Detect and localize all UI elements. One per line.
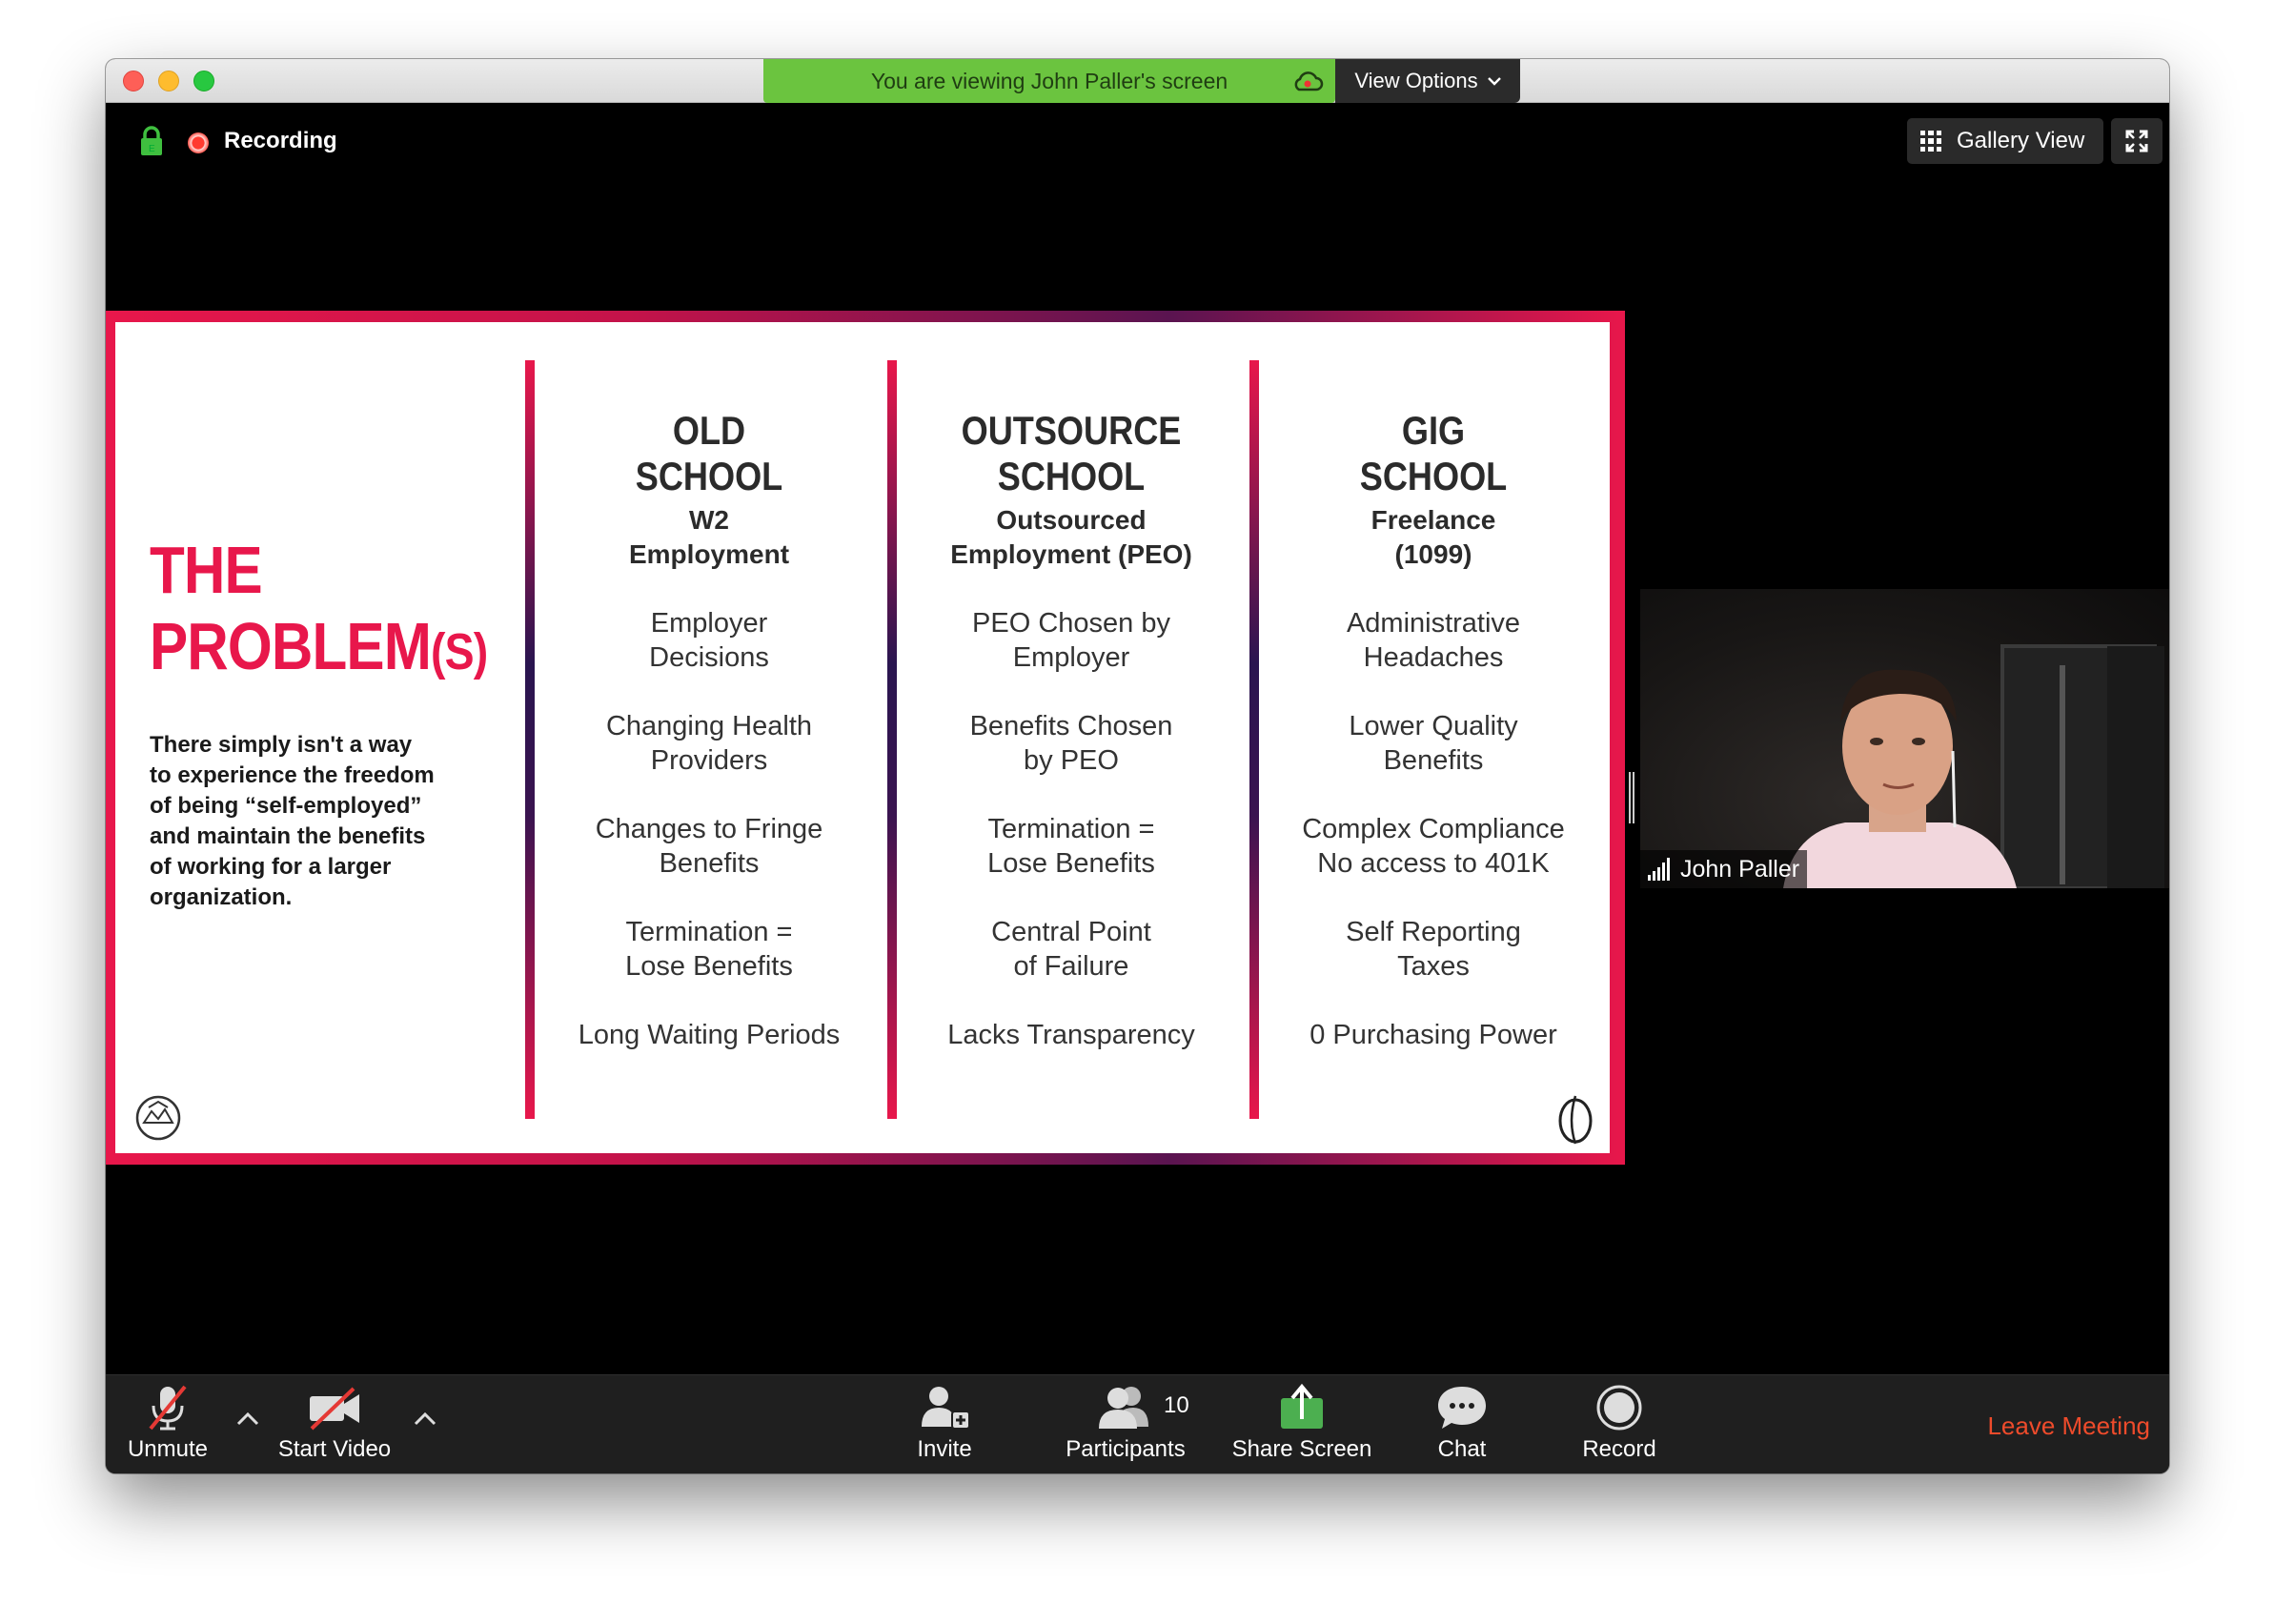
audio-options-chevron-icon[interactable] [235,1411,260,1427]
title-bar: You are viewing John Paller's screen Vie… [106,59,2169,103]
video-off-icon [310,1387,359,1431]
column-heading: OUTSOURCE SCHOOL [961,408,1182,498]
record-button[interactable]: Record [1572,1383,1667,1463]
start-video-label: Start Video [277,1436,392,1462]
chat-label: Chat [1437,1436,1487,1462]
lock-icon[interactable]: E [139,126,164,156]
column-item: Lacks Transparency [947,1020,1195,1050]
view-options-dropdown[interactable]: View Options [1335,59,1520,103]
signal-strength-icon [1648,858,1670,881]
invite-button[interactable]: Invite [897,1383,992,1463]
slide-description: There simply isn't a way to experience t… [150,732,435,910]
brand-logo-icon [135,1095,181,1141]
column-item: Lower Quality Benefits [1349,711,1518,776]
gallery-view-button[interactable]: Gallery View [1907,118,2103,164]
column-outsource-school: OUTSOURCE SCHOOL Outsourced Employment (PE… [897,408,1246,1052]
share-screen-icon [1281,1383,1323,1429]
column-item: Termination = Lose Benefits [625,917,793,982]
panel-resize-handle[interactable] [1629,772,1634,823]
chat-bubble-icon [1438,1387,1486,1429]
share-banner-text: You are viewing John Paller's screen [870,68,1228,93]
grid-icon [1920,131,1941,152]
column-item: Administrative Headaches [1346,608,1521,673]
column-item: Changes to Fringe Benefits [595,814,823,879]
participant-video-image [1783,644,2164,888]
fullscreen-icon [2125,130,2148,152]
share-screen-button[interactable]: Share Screen [1230,1383,1373,1463]
column-subheading: Freelance (1099) [1370,505,1496,569]
unmute-label: Unmute [127,1436,209,1462]
column-gig-school: GIG SCHOOL Freelance (1099) Administrative… [1259,408,1608,1052]
column-item: Central Point of Failure [991,917,1151,982]
start-video-button[interactable]: Start Video [277,1383,392,1463]
brand-mark-icon [1558,1095,1593,1145]
video-options-chevron-icon[interactable] [413,1411,437,1427]
zoom-window: You are viewing John Paller's screen Vie… [106,59,2169,1473]
column-item: Self Reporting Taxes [1346,917,1521,982]
add-user-icon [922,1387,970,1430]
participants-label: Participants [1066,1436,1186,1462]
slide-title: THE PROBLEM(S) [150,533,488,683]
screen-share-banner: You are viewing John Paller's screen [763,59,1335,103]
shared-screen: THE PROBLEM(S) There simply isn't a way … [106,311,1625,1165]
chat-button[interactable]: Chat [1419,1383,1505,1463]
column-item: Benefits Chosen by PEO [969,711,1173,776]
column-divider [1249,360,1259,1119]
fullscreen-button[interactable] [2111,118,2162,164]
gallery-view-label: Gallery View [1957,128,2085,153]
participant-name: John Paller [1680,855,1800,883]
unmute-button[interactable]: Unmute [125,1383,211,1463]
column-subheading: W2 Employment [628,505,790,569]
column-item: PEO Chosen by Employer [972,608,1170,673]
meeting-toolbar: Unmute Start Video Invite Participants 1… [106,1374,2169,1473]
record-icon [1596,1385,1642,1431]
zoom-window-button[interactable] [193,71,214,91]
participants-icon [1099,1387,1148,1429]
column-item: 0 Purchasing Power [1310,1020,1557,1050]
column-item: Termination = Lose Benefits [987,814,1155,879]
column-subheading: Outsourced Employment (PEO) [950,505,1192,569]
participant-name-tag: John Paller [1640,850,1808,888]
participant-video-tile[interactable]: John Paller [1640,589,2169,888]
recording-label: Recording [224,128,337,153]
view-options-label: View Options [1354,69,1478,92]
leave-meeting-button[interactable]: Leave Meeting [1987,1411,2150,1441]
svg-text:E: E [149,144,155,154]
column-item: Employer Decisions [649,608,769,673]
record-label: Record [1582,1436,1656,1462]
cloud-icon [1294,71,1324,91]
muted-microphone-icon [149,1385,187,1431]
column-item: Changing Health Providers [605,711,813,776]
column-heading: OLD SCHOOL [635,408,783,498]
column-item: Long Waiting Periods [578,1020,841,1050]
chevron-down-icon [1487,77,1501,86]
recording-indicator-icon [188,132,209,153]
column-old-school: OLD SCHOOL W2 Employment Employer Decisions… [535,408,883,1052]
column-divider [525,360,535,1119]
invite-label: Invite [917,1436,972,1462]
column-divider [887,360,897,1119]
participant-count: 10 [1164,1392,1189,1418]
column-item: Complex Compliance No access to 401K [1302,814,1565,879]
presentation-slide: THE PROBLEM(S) There simply isn't a way … [115,322,1610,1153]
close-window-button[interactable] [123,71,144,91]
column-heading: GIG SCHOOL [1359,408,1508,498]
share-screen-label: Share Screen [1231,1436,1372,1462]
minimize-window-button[interactable] [158,71,179,91]
